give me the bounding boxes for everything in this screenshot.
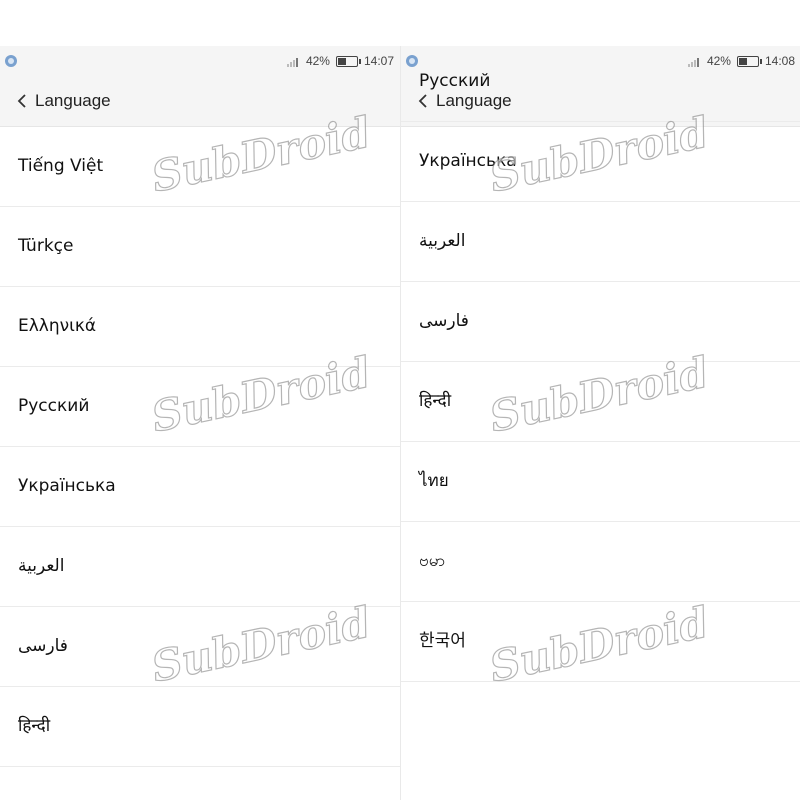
language-label: Ελληνικά xyxy=(18,316,97,336)
language-label: Русский xyxy=(18,396,90,416)
battery-icon xyxy=(335,55,361,67)
language-label: ไทย xyxy=(419,471,449,491)
language-item[interactable]: فارسی xyxy=(0,607,400,687)
language-label: العربية xyxy=(419,231,466,251)
language-item[interactable]: Українська xyxy=(401,122,800,202)
language-item[interactable]: العربية xyxy=(0,527,400,607)
status-right: 42% 14:07 xyxy=(286,46,394,76)
language-list: Русский Українська العربية فارسی हिन्दी … xyxy=(401,46,800,682)
language-label: 한국어 xyxy=(419,631,466,651)
signal-icon xyxy=(286,56,298,67)
language-item[interactable]: हिन्दी xyxy=(401,362,800,442)
language-list: Tiếng Việt Türkçe Ελληνικά Русский Украї… xyxy=(0,127,400,767)
language-item[interactable]: العربية xyxy=(401,202,800,282)
app-notification-icon xyxy=(5,55,17,67)
chevron-left-icon[interactable] xyxy=(16,94,30,108)
screen-right: 42% 14:08 Language Русский Українська ال… xyxy=(401,46,800,800)
language-label: Türkçe xyxy=(18,236,74,256)
language-label: فارسی xyxy=(18,636,68,656)
language-label: Tiếng Việt xyxy=(18,156,104,176)
top-margin xyxy=(0,0,800,46)
language-item[interactable]: ไทย xyxy=(401,442,800,522)
language-item[interactable]: Türkçe xyxy=(0,207,400,287)
language-label: Русский xyxy=(419,71,491,91)
status-bar: 42% 14:07 xyxy=(0,46,400,76)
language-label: ဗမာ xyxy=(419,551,446,571)
language-item[interactable]: Русский xyxy=(401,46,800,122)
language-item[interactable]: 한국어 xyxy=(401,602,800,682)
language-label: Українська xyxy=(419,151,517,171)
battery-percent: 42% xyxy=(305,54,330,68)
language-label: العربية xyxy=(18,556,65,576)
page-title: Language xyxy=(35,91,111,110)
language-item[interactable]: Ελληνικά xyxy=(0,287,400,367)
language-label: Українська xyxy=(18,476,116,496)
language-label: فارسی xyxy=(419,311,469,331)
clock: 14:07 xyxy=(363,54,394,68)
language-label: हिन्दी xyxy=(419,391,452,411)
language-item[interactable]: Tiếng Việt xyxy=(0,127,400,207)
language-item[interactable]: हिन्दी xyxy=(0,687,400,767)
language-item[interactable]: Українська xyxy=(0,447,400,527)
language-item[interactable]: Русский xyxy=(0,367,400,447)
language-item[interactable]: فارسی xyxy=(401,282,800,362)
language-label: हिन्दी xyxy=(18,716,51,736)
screen-left: 42% 14:07 Language Tiếng Việt Türkçe Ελλ… xyxy=(0,46,400,800)
language-item[interactable]: ဗမာ xyxy=(401,522,800,602)
app-bar: Language xyxy=(0,76,400,127)
